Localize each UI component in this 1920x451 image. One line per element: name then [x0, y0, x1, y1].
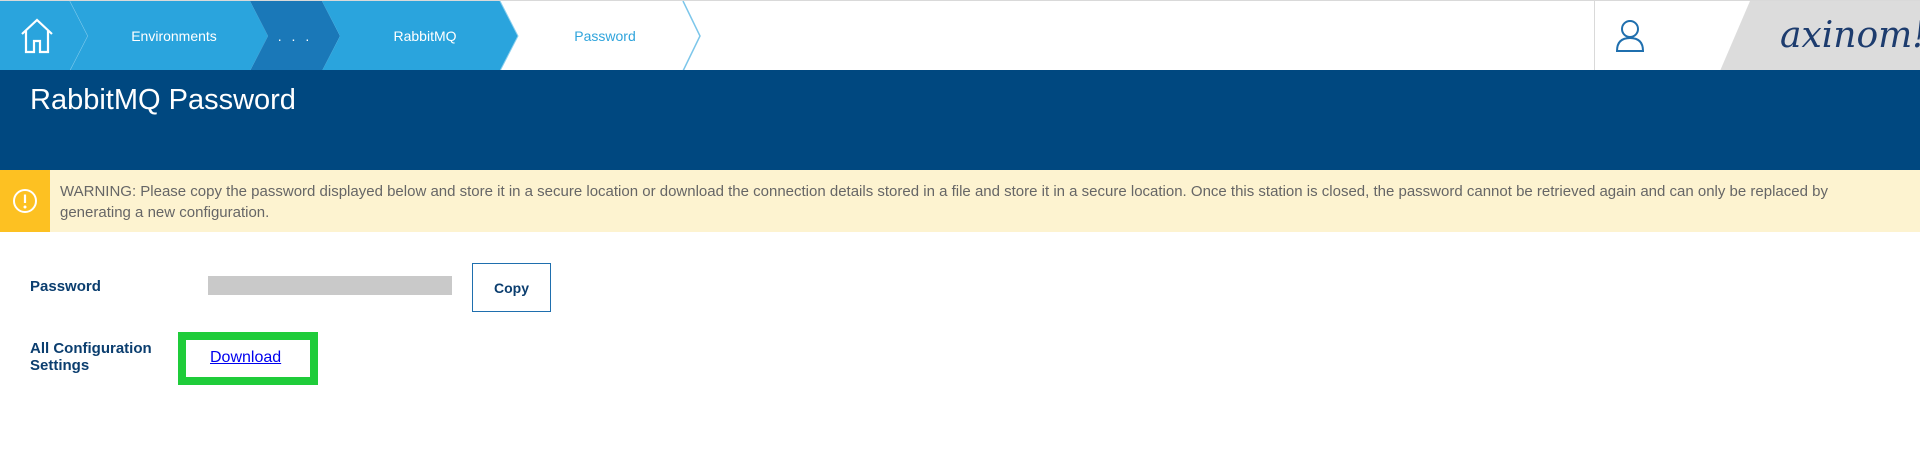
user-icon	[1615, 20, 1645, 52]
page-title: RabbitMQ Password	[30, 84, 296, 116]
warning-icon	[13, 189, 37, 213]
breadcrumb-item-environments[interactable]: Environments	[78, 1, 270, 71]
configuration-settings-label: All Configuration Settings	[30, 340, 152, 374]
warning-banner: WARNING: Please copy the password displa…	[0, 170, 1920, 232]
breadcrumb: Environments . . . RabbitMQ Password	[0, 1, 720, 71]
user-menu-button[interactable]	[1594, 1, 1721, 71]
title-band: RabbitMQ Password	[0, 70, 1920, 170]
top-bar: Environments . . . RabbitMQ Password axi…	[0, 0, 1920, 71]
logo-text: axinom!	[1780, 15, 1920, 56]
warning-icon-container	[0, 170, 50, 232]
home-icon	[21, 18, 53, 54]
password-value-masked	[208, 276, 452, 295]
password-label: Password	[30, 278, 101, 295]
warning-text: WARNING: Please copy the password displa…	[60, 183, 1828, 221]
breadcrumb-item-password: Password	[574, 28, 636, 44]
home-button[interactable]	[0, 1, 72, 71]
brand-logo: axinom!	[1720, 1, 1920, 71]
download-link[interactable]: Download	[210, 349, 281, 367]
copy-button[interactable]: Copy	[472, 263, 551, 312]
breadcrumb-item-rabbitmq[interactable]: RabbitMQ	[330, 1, 520, 71]
breadcrumb-item-ellipsis[interactable]: . . .	[255, 1, 335, 71]
